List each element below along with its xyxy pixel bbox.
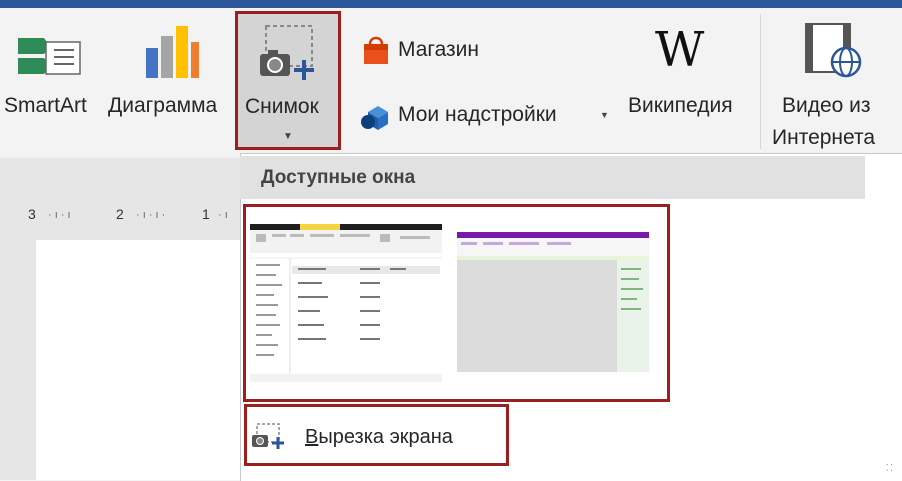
ribbon-separator (760, 14, 761, 149)
my-addins-button[interactable]: Мои надстройки ▼ (358, 94, 618, 138)
camera-plus-icon (260, 25, 314, 80)
store-button[interactable]: Магазин (358, 30, 508, 70)
shopping-bag-icon (364, 36, 388, 64)
resize-grip-icon[interactable]: ⁚⁚ (886, 463, 894, 474)
ruler-number: 1 (202, 206, 210, 222)
screen-clipping-label: Вырезка экрана (305, 426, 453, 449)
addins-cube-icon (361, 106, 388, 130)
store-label: Магазин (398, 38, 480, 61)
ruler-number: 2 (116, 206, 124, 222)
document-page[interactable] (36, 240, 240, 480)
window-thumbnail-explorer[interactable] (250, 224, 442, 382)
screen-clipping-label-rest: ырезка экрана (318, 426, 453, 448)
film-globe-icon (805, 23, 862, 78)
horizontal-ruler[interactable]: 3 · ı · ı 2 · ı · ı · 1 · ı (26, 200, 240, 226)
dropdown-arrow-icon[interactable]: ▼ (600, 110, 609, 120)
screenshot-button[interactable]: Снимок ▼ (235, 11, 341, 150)
window-thumbnail-onenote[interactable] (457, 232, 649, 372)
chart-label: Диаграмма (108, 94, 218, 117)
bar-chart-icon (146, 26, 199, 78)
screenshot-label: Снимок (245, 95, 319, 118)
explorer-window-preview (250, 224, 442, 382)
ruler-tick: · ı (218, 209, 228, 221)
smartart-button[interactable]: SmartArt (0, 14, 102, 124)
screen-clipping-hotkey: В (305, 426, 319, 448)
onenote-window-preview (457, 232, 649, 372)
my-addins-label: Мои надстройки (398, 103, 557, 126)
smartart-label: SmartArt (4, 94, 87, 117)
wikipedia-label: Википедия (628, 94, 733, 117)
wikipedia-button[interactable]: W Википедия (622, 14, 752, 124)
ruler-number: 3 (28, 206, 36, 222)
ruler-tick: · ı · ı · (136, 209, 166, 221)
title-bar-strip (0, 0, 902, 8)
available-windows-title: Доступные окна (261, 167, 416, 188)
online-video-label-line2: Интернета (772, 126, 876, 149)
chevron-down-icon: ▼ (283, 131, 293, 142)
online-video-button[interactable]: Видео из Интернета (766, 14, 896, 154)
chart-button[interactable]: Диаграмма (104, 14, 232, 124)
ruler-tick: · ı · ı (48, 209, 71, 221)
smartart-icon (18, 38, 81, 75)
online-video-label-line1: Видео из (782, 94, 871, 117)
screen-clipping-icon (252, 423, 284, 449)
wikipedia-w-icon: W (655, 22, 705, 78)
